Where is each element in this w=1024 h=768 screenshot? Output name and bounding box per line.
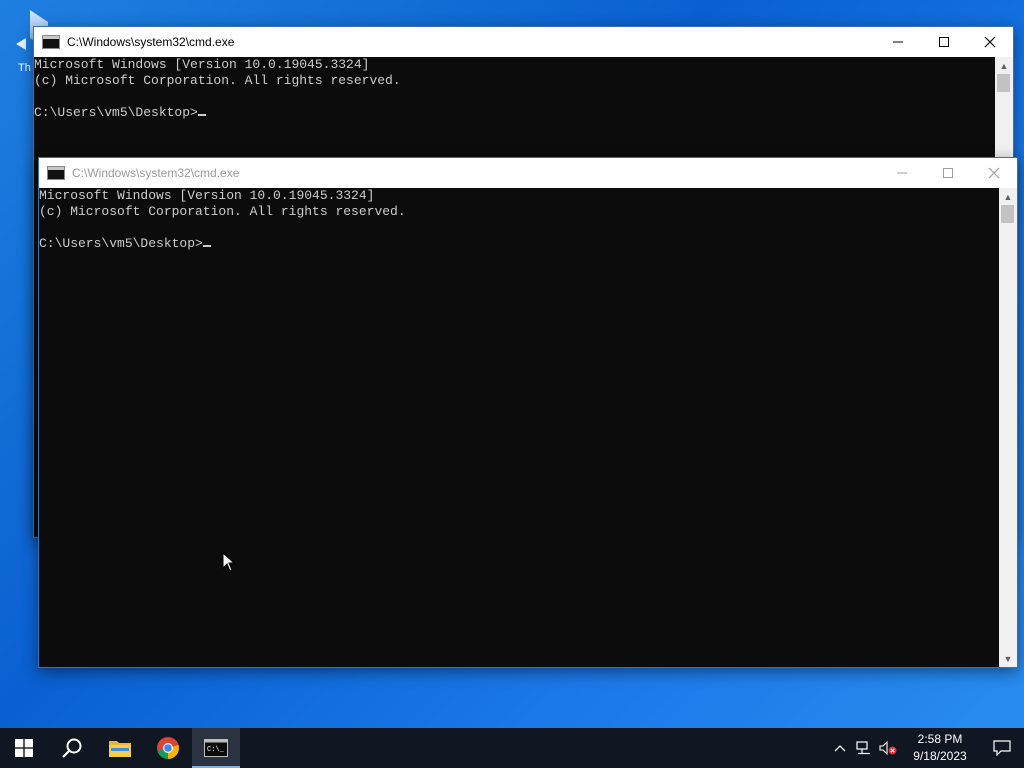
maximize-button[interactable] bbox=[925, 158, 971, 188]
console-line: (c) Microsoft Corporation. All rights re… bbox=[34, 73, 401, 88]
maximize-button[interactable] bbox=[921, 27, 967, 57]
prompt-text: C:\Users\vm5\Desktop> bbox=[39, 236, 203, 251]
prompt-text: C:\Users\vm5\Desktop> bbox=[34, 105, 198, 120]
chrome-icon bbox=[157, 737, 179, 759]
scroll-up-arrow-icon[interactable]: ▲ bbox=[999, 188, 1017, 205]
minimize-icon bbox=[893, 41, 903, 43]
console-line: Microsoft Windows [Version 10.0.19045.33… bbox=[34, 57, 370, 72]
command-prompt-icon: C:\_ bbox=[204, 739, 228, 757]
mouse-pointer-icon bbox=[222, 552, 236, 572]
search-button[interactable] bbox=[48, 728, 96, 768]
scroll-up-arrow-icon[interactable]: ▲ bbox=[995, 57, 1013, 74]
text-cursor bbox=[197, 114, 206, 116]
minimize-button[interactable] bbox=[875, 27, 921, 57]
minimize-icon bbox=[897, 172, 907, 174]
network-icon bbox=[856, 741, 870, 755]
window-title: C:\Windows\system32\cmd.exe bbox=[67, 35, 235, 49]
cmd-window-front[interactable]: C:\Windows\system32\cmd.exe Microsoft Wi… bbox=[38, 157, 1018, 668]
scroll-thumb[interactable] bbox=[1001, 205, 1014, 223]
scroll-thumb[interactable] bbox=[997, 74, 1010, 92]
show-hidden-icons-button[interactable] bbox=[828, 728, 852, 768]
command-prompt-taskbar-button[interactable]: C:\_ bbox=[192, 728, 240, 768]
console-output[interactable]: Microsoft Windows [Version 10.0.19045.33… bbox=[39, 188, 999, 667]
close-icon bbox=[988, 167, 1000, 179]
cmd-app-icon bbox=[42, 35, 60, 49]
close-button[interactable] bbox=[971, 158, 1017, 188]
vertical-scrollbar[interactable]: ▲ ▼ bbox=[999, 188, 1017, 667]
close-icon bbox=[984, 36, 996, 48]
action-center-button[interactable] bbox=[980, 728, 1024, 768]
notification-icon bbox=[993, 740, 1011, 756]
clock-date: 9/18/2023 bbox=[913, 749, 967, 763]
start-button[interactable] bbox=[0, 728, 48, 768]
title-bar[interactable]: C:\Windows\system32\cmd.exe bbox=[39, 158, 1017, 188]
minimize-button[interactable] bbox=[879, 158, 925, 188]
chrome-button[interactable] bbox=[144, 728, 192, 768]
maximize-icon bbox=[939, 37, 949, 47]
window-title: C:\Windows\system32\cmd.exe bbox=[72, 166, 240, 180]
scroll-down-arrow-icon[interactable]: ▼ bbox=[999, 650, 1017, 667]
clock-time: 2:58 PM bbox=[917, 732, 963, 746]
windows-start-icon bbox=[15, 739, 33, 757]
desktop-icon-label: Th bbox=[18, 62, 31, 74]
title-bar[interactable]: C:\Windows\system32\cmd.exe bbox=[34, 27, 1013, 57]
search-icon bbox=[62, 738, 82, 758]
svg-text:C:\_: C:\_ bbox=[207, 746, 225, 754]
maximize-icon bbox=[943, 168, 953, 178]
prompt-line: C:\Users\vm5\Desktop> bbox=[34, 105, 995, 121]
console-line: (c) Microsoft Corporation. All rights re… bbox=[39, 204, 406, 219]
console-line: Microsoft Windows [Version 10.0.19045.33… bbox=[39, 188, 375, 203]
network-button[interactable] bbox=[852, 728, 876, 768]
cmd-app-icon bbox=[47, 166, 65, 180]
file-explorer-button[interactable] bbox=[96, 728, 144, 768]
taskbar: C:\_ 2:58 PM 9/18/2023 bbox=[0, 728, 1024, 768]
close-button[interactable] bbox=[967, 27, 1013, 57]
volume-muted-icon bbox=[879, 741, 897, 755]
chevron-up-icon bbox=[834, 745, 846, 752]
clock[interactable]: 2:58 PM 9/18/2023 bbox=[900, 731, 980, 765]
system-tray: 2:58 PM 9/18/2023 bbox=[828, 728, 1024, 768]
volume-button[interactable] bbox=[876, 728, 900, 768]
text-cursor bbox=[202, 245, 211, 247]
prompt-line: C:\Users\vm5\Desktop> bbox=[39, 236, 999, 252]
file-explorer-icon bbox=[109, 741, 131, 757]
shortcut-arrow-icon bbox=[16, 38, 26, 50]
